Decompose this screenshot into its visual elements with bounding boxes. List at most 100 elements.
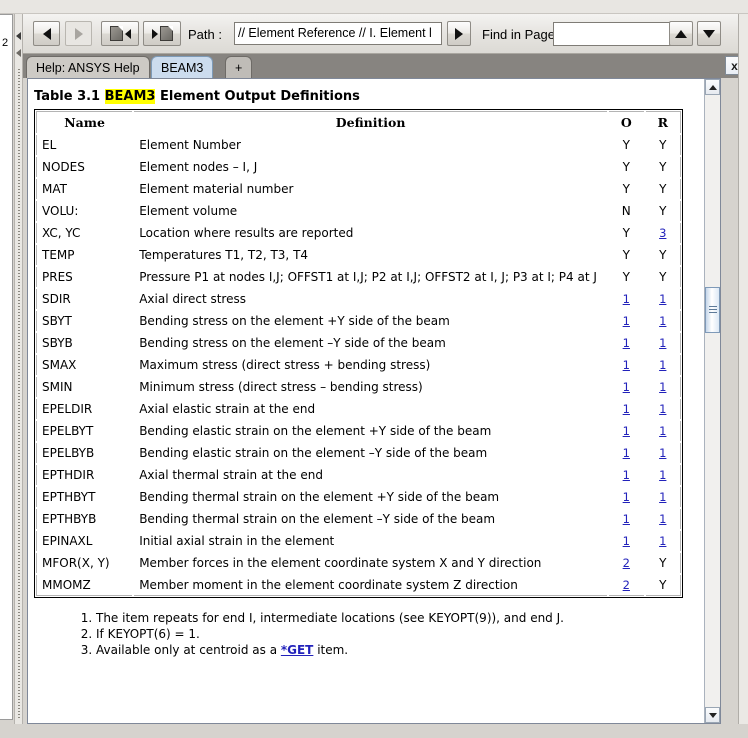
tab-beam3[interactable]: BEAM3 [151, 56, 214, 78]
find-previous-button[interactable] [669, 21, 693, 46]
pane-split-divider[interactable] [14, 14, 23, 724]
cell-name: NODES [34, 155, 135, 179]
scroll-up-button[interactable] [705, 79, 720, 95]
get-command-link[interactable]: *GET [281, 643, 314, 657]
divider-grip [18, 69, 20, 719]
footnote-link[interactable]: 1 [659, 336, 666, 350]
path-label: Path : [188, 27, 222, 42]
footnote-link[interactable]: 1 [659, 490, 666, 504]
cell-definition: Element nodes – I, J [132, 155, 610, 179]
footnote-link[interactable]: 1 [623, 446, 630, 460]
footnote-link[interactable]: 1 [623, 358, 630, 372]
footnote-link[interactable]: 2 [623, 578, 630, 592]
close-icon: x [731, 58, 738, 73]
cell-r: Y [643, 155, 683, 179]
footnote-link[interactable]: 2 [623, 556, 630, 570]
footnote-link[interactable]: 1 [659, 534, 666, 548]
cell-name: EPELBYB [34, 441, 135, 465]
window-top-edge [0, 0, 748, 14]
footnote-link[interactable]: 1 [659, 424, 666, 438]
back-button[interactable] [33, 21, 60, 46]
cell-definition: Location where results are reported [132, 221, 610, 245]
footnote-link[interactable]: 1 [659, 446, 666, 460]
cell-name: MAT [34, 177, 135, 201]
content-vertical-scrollbar[interactable] [704, 79, 720, 723]
table-header-row: Name Definition O R [34, 110, 683, 135]
column-header-r: R [643, 110, 683, 135]
cell-definition: Initial axial strain in the element [132, 529, 610, 553]
cell-definition: Bending elastic strain on the element –Y… [132, 441, 610, 465]
footnote-link[interactable]: 1 [623, 380, 630, 394]
tab-label: BEAM3 [161, 60, 204, 75]
cell-name: EPTHBYB [34, 507, 135, 531]
cell-definition: Bending elastic strain on the element +Y… [132, 419, 610, 443]
cell-definition: Element volume [132, 199, 610, 223]
left-collapsed-panel[interactable]: 2 [0, 14, 13, 720]
arrow-down-icon [703, 29, 715, 38]
find-next-button[interactable] [697, 21, 721, 46]
table-row: MFOR(X, Y) Member forces in the element c… [34, 551, 683, 575]
element-output-definitions-table: Name Definition O R EL Element Number Y Y NO… [34, 109, 683, 598]
table-row: TEMP Temperatures T1, T2, T3, T4 Y Y [34, 243, 683, 267]
table-row: NODES Element nodes – I, JYY [34, 155, 683, 179]
footnote-text: The item repeats for end I, intermediate… [96, 611, 564, 625]
footnote-link[interactable]: 1 [623, 292, 630, 306]
cell-definition: Temperatures T1, T2, T3, T4 [132, 243, 610, 267]
tab-new[interactable]: + [225, 56, 253, 78]
footnote-link[interactable]: 1 [623, 424, 630, 438]
cell-o: 1 [607, 529, 646, 553]
footnote-link[interactable]: 1 [623, 512, 630, 526]
footnote-link[interactable]: 1 [659, 468, 666, 482]
cell-o: 1 [607, 441, 646, 465]
footnote-link[interactable]: 1 [659, 358, 666, 372]
footnote-link[interactable]: 1 [659, 380, 666, 394]
footnote-link[interactable]: 1 [623, 402, 630, 416]
footnote-link[interactable]: 1 [659, 292, 666, 306]
path-go-button[interactable] [447, 21, 471, 46]
path-input[interactable]: // Element Reference // I. Element l [234, 22, 442, 45]
cell-r: 1 [643, 353, 683, 377]
cell-definition: Minimum stress (direct stress – bending … [132, 375, 610, 399]
cell-name: MMOMZ [34, 573, 135, 597]
cell-r: 1 [643, 529, 683, 553]
cell-name: EL [34, 133, 135, 157]
cell-r: Y [643, 551, 683, 575]
arrow-left-icon [42, 27, 51, 40]
cell-o: 1 [607, 309, 646, 333]
document-viewport: Table 3.1 BEAM3 Element Output Definitio… [27, 78, 721, 724]
cell-definition: Axial thermal strain at the end [132, 463, 610, 487]
scroll-down-button[interactable] [705, 707, 720, 723]
collapse-left-arrow-icon[interactable] [16, 32, 21, 40]
cell-name: SMAX [34, 353, 135, 377]
footnote-item: If KEYOPT(6) = 1. [96, 626, 712, 642]
footnote-link[interactable]: 1 [659, 314, 666, 328]
table-row: EPTHBYB Bending thermal strain on the ele… [34, 507, 683, 531]
column-header-name: Name [34, 110, 135, 135]
table-body: EL Element Number Y Y NODES Element nodes – I… [34, 133, 683, 597]
table-row: MMOMZ Member moment in the element coordi… [34, 573, 683, 597]
footnote-link[interactable]: 1 [623, 468, 630, 482]
expand-left-arrow-icon[interactable] [16, 49, 21, 57]
find-in-page-input[interactable] [553, 22, 688, 46]
cell-o: Y [607, 265, 646, 289]
table-row: SMIN Minimum stress (direct stress – bend… [34, 375, 683, 399]
footnote-link[interactable]: 1 [623, 314, 630, 328]
previous-page-button[interactable] [101, 21, 139, 46]
footnote-link[interactable]: 1 [659, 512, 666, 526]
footnote-link[interactable]: 1 [659, 402, 666, 416]
scrollbar-thumb[interactable] [705, 287, 720, 333]
cell-definition: Bending stress on the element +Y side of… [132, 309, 610, 333]
footnote-link[interactable]: 1 [623, 490, 630, 504]
tab-help-ansys-help[interactable]: Help: ANSYS Help [26, 56, 150, 78]
next-page-button[interactable] [143, 21, 181, 46]
cell-definition: Bending thermal strain on the element +Y… [132, 485, 610, 509]
footnote-link[interactable]: 1 [623, 534, 630, 548]
forward-button[interactable] [65, 21, 92, 46]
cell-o: 2 [607, 573, 646, 597]
footnote-link[interactable]: 1 [623, 336, 630, 350]
footnote-link[interactable]: 3 [659, 226, 666, 240]
caption-prefix: Table 3.1 [34, 89, 101, 104]
footnote-text: If KEYOPT(6) = 1. [96, 627, 200, 641]
footnote-item: The item repeats for end I, intermediate… [96, 610, 712, 626]
table-row: EPTHBYT Bending thermal strain on the ele… [34, 485, 683, 509]
